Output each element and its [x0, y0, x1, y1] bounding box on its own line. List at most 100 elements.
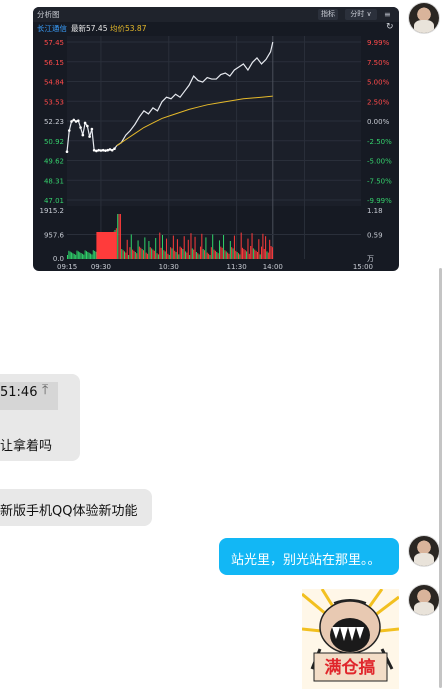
volume-bar [243, 249, 245, 259]
volume-bar [220, 246, 222, 259]
volume-bar [67, 255, 68, 259]
volume-bar [167, 253, 169, 259]
volume-bar [242, 247, 244, 259]
volume-bar [68, 250, 70, 259]
volume-bar [163, 250, 165, 259]
volume-bar [84, 250, 86, 259]
volume-bar [202, 249, 204, 259]
stock-chart-image[interactable]: 分析图 指标 分时 ∨ ≡ 长江通信 最新57.45 均价53.87 ↻ 57.… [33, 7, 399, 271]
volume-bar [157, 254, 159, 259]
volume-tick-label: 1.18 [367, 207, 383, 215]
volume-bar [269, 239, 271, 259]
y-pct-tick-label: 7.50% [367, 59, 390, 67]
y-tick-label: 49.62 [44, 158, 64, 166]
y-tick-label: 56.15 [44, 59, 64, 67]
message-time: 51:46 [0, 385, 38, 400]
volume-bar [224, 250, 226, 259]
volume-bar [88, 252, 90, 259]
x-tick-label: 11:30 [227, 263, 247, 271]
message-bubble-left[interactable]: 新版手机QQ体验新功能 [0, 489, 152, 526]
y-pct-tick-label: 0.00% [367, 118, 390, 126]
volume-bar [197, 253, 199, 259]
volume-bar [189, 255, 191, 259]
auction-point [108, 148, 112, 151]
volume-bar [236, 252, 238, 259]
avatar[interactable] [409, 585, 439, 615]
volume-bar [201, 233, 203, 259]
volume-bar [204, 250, 206, 259]
auction-point [83, 121, 87, 125]
volume-bar [92, 250, 94, 259]
volume-bar [132, 249, 134, 259]
volume-bar [170, 247, 172, 259]
y-pct-tick-label: 2.50% [367, 98, 390, 106]
auction-point [70, 120, 73, 123]
volume-bar [271, 247, 273, 259]
volume-bar [246, 251, 248, 259]
volume-bar [137, 240, 139, 259]
volume-bar [255, 250, 257, 259]
volume-bar [212, 234, 214, 259]
volume-bar [141, 249, 143, 259]
sticker-image[interactable]: 满仓搞 [301, 588, 400, 689]
volume-bar [123, 251, 125, 259]
volume-bar [171, 248, 173, 259]
message-text: 让拿着吗 [0, 439, 53, 454]
volume-bar [248, 253, 250, 259]
x-tick-label: 15:00 [353, 263, 373, 271]
volume-bar [128, 255, 130, 259]
volume-bar [148, 241, 150, 259]
auction-point [104, 149, 107, 152]
volume-tick-label: 万 [367, 255, 374, 263]
volume-tick-label: 957.6 [44, 232, 65, 240]
volume-bar [213, 249, 215, 259]
volume-bar [261, 246, 263, 259]
volume-bar [76, 250, 78, 259]
y-tick-label: 53.53 [44, 98, 64, 106]
message-bubble-left[interactable]: 51:46 ⤒ 让拿着吗 [0, 374, 80, 461]
volume-bar [81, 253, 83, 259]
auction-point [72, 118, 76, 122]
volume-bar [227, 252, 229, 259]
volume-bar [266, 251, 268, 259]
volume-bar [155, 238, 157, 259]
volume-bar [223, 235, 225, 259]
chart-volume [67, 214, 273, 259]
auction-point [99, 149, 103, 152]
y-pct-tick-label: -9.99% [367, 197, 392, 205]
volume-bar [267, 252, 269, 259]
volume-bar [210, 247, 212, 259]
volume-bar [229, 241, 231, 259]
volume-bar [176, 239, 178, 259]
volume-bar [152, 249, 154, 259]
volume-bar [262, 233, 264, 259]
volume-bar [119, 214, 121, 259]
volume-bar [179, 246, 181, 259]
pin-top-icon[interactable]: ⤒ [42, 382, 48, 398]
volume-bar [235, 250, 237, 259]
volume-bar [159, 232, 161, 259]
avatar[interactable] [409, 536, 439, 566]
y-tick-label: 48.31 [44, 177, 64, 185]
volume-bar [90, 253, 92, 259]
x-tick-label: 09:15 [57, 263, 77, 271]
avatar[interactable] [409, 3, 439, 33]
sticker-text: 满仓搞 [325, 657, 376, 678]
auction-point [97, 148, 100, 152]
volume-bar [225, 251, 227, 259]
volume-bar [254, 249, 256, 259]
y-pct-tick-label: 5.00% [367, 79, 390, 87]
volume-tick-label: 1915.2 [40, 207, 65, 215]
volume-bar [208, 253, 210, 259]
volume-bar [231, 247, 233, 259]
x-tick-label: 14:00 [263, 263, 283, 271]
volume-bar [191, 248, 193, 259]
message-bubble-right[interactable]: 站光里，别光站在那里。。 [219, 538, 399, 575]
volume-bar [206, 252, 208, 259]
volume-bar [251, 233, 253, 259]
volume-bar [233, 235, 235, 259]
volume-bar [80, 253, 82, 259]
scrollbar[interactable] [439, 268, 442, 688]
volume-bar [194, 236, 196, 259]
volume-bar [174, 250, 176, 259]
